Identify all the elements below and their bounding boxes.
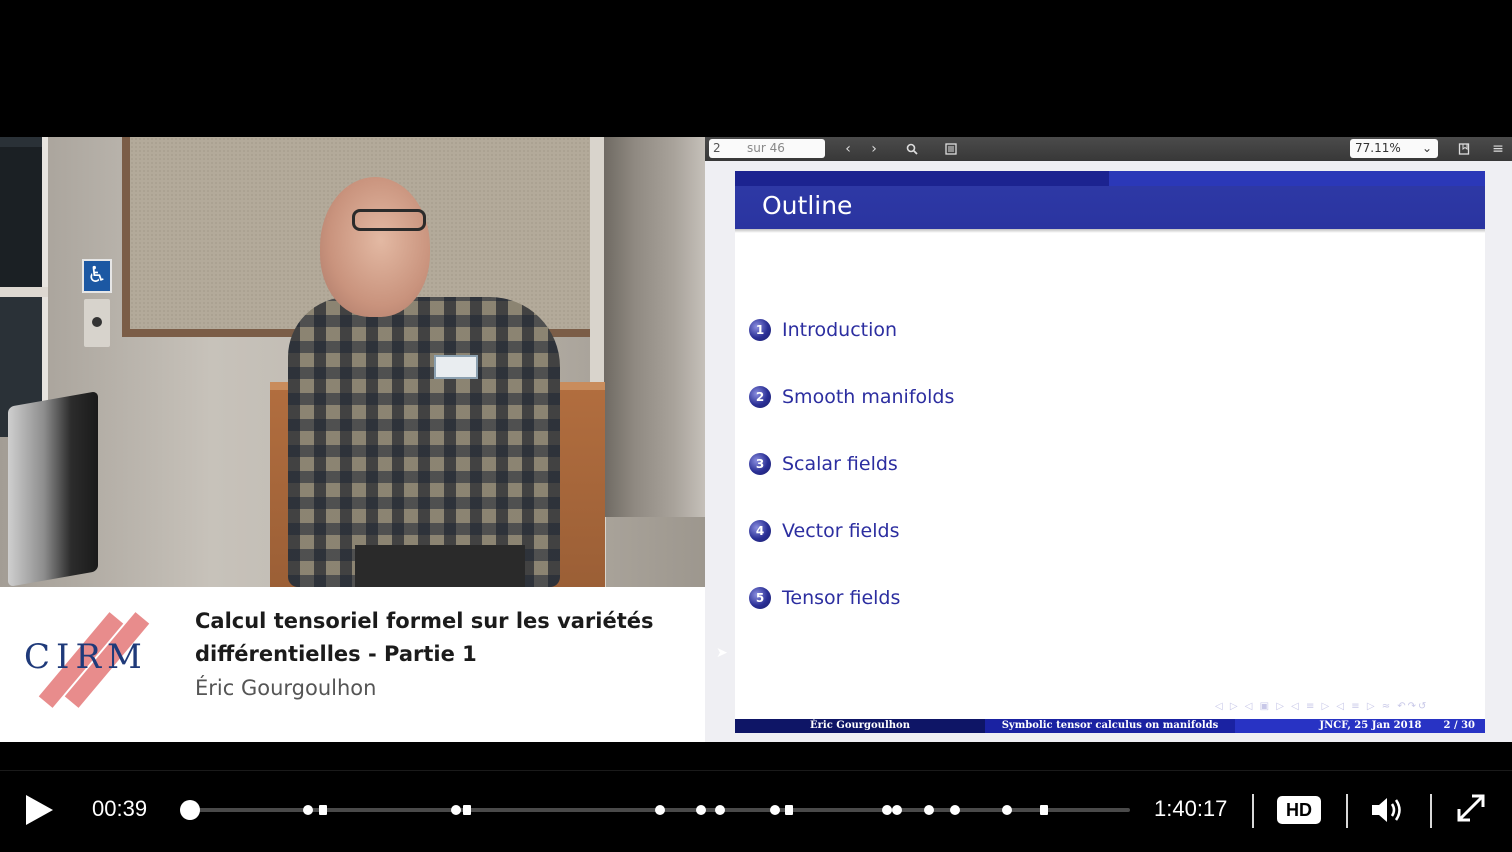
chapter-mark[interactable]: [770, 805, 780, 815]
outline-item: 2 Smooth manifolds: [749, 384, 954, 410]
quality-button[interactable]: HD: [1277, 796, 1321, 824]
slide-title: Outline: [762, 191, 853, 220]
slide-header: Outline: [735, 171, 1485, 233]
search-button[interactable]: [901, 138, 923, 160]
window-pane: [0, 217, 42, 287]
outline-label: Introduction: [782, 319, 898, 341]
search-icon: [906, 143, 918, 155]
duration: 1:40:17: [1154, 796, 1228, 821]
lecture-caption: CIRM Calcul tensoriel formel sur les var…: [0, 587, 705, 742]
chapter-mark[interactable]: [303, 805, 313, 815]
fullscreen-icon: [1457, 794, 1485, 822]
next-page-button[interactable]: ›: [863, 138, 885, 160]
outline-number: 4: [749, 520, 771, 542]
controls-divider: [0, 770, 1512, 771]
volume-button[interactable]: [1370, 794, 1408, 826]
slide-footer: Éric Gourgoulhon Symbolic tensor calculu…: [735, 719, 1485, 733]
bookmark-icon: [1458, 143, 1470, 155]
wheelchair-icon: ♿: [82, 259, 112, 293]
chapter-mark[interactable]: [1040, 805, 1048, 815]
chevron-down-icon: ⌄: [1421, 141, 1432, 155]
outline-number: 3: [749, 453, 771, 475]
speaker-shirt: [288, 297, 560, 587]
sidebar-icon: [945, 143, 957, 155]
chapter-mark[interactable]: [715, 805, 725, 815]
talk-author: Éric Gourgoulhon: [195, 676, 377, 700]
chapter-mark[interactable]: [451, 805, 461, 815]
page-number-input[interactable]: 2 sur 46: [709, 139, 825, 158]
footer-right: JNCF, 25 Jan 2018 2 / 30: [1235, 719, 1485, 733]
speaker-pants: [355, 545, 525, 587]
bookmark-button[interactable]: [1453, 138, 1475, 160]
outline-item: 4 Vector fields: [749, 518, 899, 544]
chapter-mark[interactable]: [696, 805, 706, 815]
menu-icon: ≡: [1492, 141, 1504, 157]
footer-title: Symbolic tensor calculus on manifolds: [985, 719, 1235, 733]
chevron-right-icon: ›: [871, 141, 877, 157]
chapter-mark[interactable]: [950, 805, 960, 815]
pdf-viewer: 2 sur 46 ‹ › 77.11% ⌄ ≡ Outline 1 Introd…: [705, 137, 1512, 742]
door: [604, 137, 705, 517]
chapter-mark[interactable]: [463, 805, 471, 815]
outline-label: Tensor fields: [782, 587, 901, 609]
footer-venue: JNCF, 25 Jan 2018: [1319, 720, 1422, 731]
fullscreen-button[interactable]: [1454, 792, 1488, 826]
chapter-mark[interactable]: [655, 805, 665, 815]
mouse-cursor-icon: ➤: [716, 645, 728, 661]
chapter-mark[interactable]: [892, 805, 902, 815]
outline-label: Vector fields: [782, 520, 900, 542]
chapter-mark[interactable]: [785, 805, 793, 815]
sidebar-toggle-button[interactable]: [940, 138, 962, 160]
outline-number: 5: [749, 587, 771, 609]
name-badge: [434, 355, 478, 379]
outline-number: 1: [749, 319, 771, 341]
window-bar: [0, 287, 48, 297]
outline-item: 5 Tensor fields: [749, 585, 900, 611]
outline-label: Scalar fields: [782, 453, 898, 475]
speaker-head: [320, 177, 430, 317]
zoom-value: 77.11%: [1355, 141, 1401, 155]
window: [0, 137, 48, 437]
volume-icon: [1372, 798, 1401, 822]
camera-feed: ♿: [0, 137, 705, 587]
outline-label: Smooth manifolds: [782, 386, 955, 408]
pdf-toolbar: 2 sur 46 ‹ › 77.11% ⌄ ≡: [705, 137, 1512, 161]
outline-number: 2: [749, 386, 771, 408]
previous-page-button[interactable]: ‹: [837, 138, 859, 160]
menu-button[interactable]: ≡: [1487, 138, 1509, 160]
chapter-mark[interactable]: [882, 805, 892, 815]
logo-wordmark: CIRM: [24, 637, 148, 677]
talk-title: Calcul tensoriel formel sur les variétés…: [195, 609, 654, 666]
speaker-glasses: [352, 209, 426, 231]
slide-page: Outline 1 Introduction 2 Smooth manifold…: [735, 171, 1485, 733]
footer-author: Éric Gourgoulhon: [735, 719, 985, 733]
beamer-navigation-icons[interactable]: ◁ ▷ ◁ ▣ ▷ ◁ ≡ ▷ ◁ ≡ ▷ ≈ ↶↷↺: [1215, 701, 1475, 713]
slide-header-shadow: [735, 229, 1485, 233]
chevron-left-icon: ‹: [845, 141, 851, 157]
outline-item: 3 Scalar fields: [749, 451, 898, 477]
wall-switch: [84, 299, 110, 347]
slide-header-strip: [735, 171, 1485, 186]
progress-knob[interactable]: [180, 800, 201, 820]
player-controls: 00:39 1:40:17 HD: [0, 770, 1512, 852]
chapter-mark[interactable]: [319, 805, 327, 815]
page-total: sur 46: [747, 141, 785, 155]
slide-header-progress: [735, 171, 1109, 186]
footer-page: 2 / 30: [1443, 720, 1476, 731]
control-separator: [1430, 794, 1432, 828]
cirm-logo: CIRM: [20, 612, 160, 708]
control-separator: [1346, 794, 1348, 828]
page-number-value: 2: [713, 141, 721, 155]
monitor: [8, 391, 98, 587]
control-separator: [1252, 794, 1254, 828]
chapter-mark[interactable]: [924, 805, 934, 815]
play-button[interactable]: [24, 794, 54, 826]
current-time: 00:39: [92, 796, 148, 821]
chapter-mark[interactable]: [1002, 805, 1012, 815]
window-pane: [0, 147, 42, 217]
outline-item: 1 Introduction: [749, 317, 897, 343]
zoom-select[interactable]: 77.11% ⌄: [1350, 139, 1438, 158]
